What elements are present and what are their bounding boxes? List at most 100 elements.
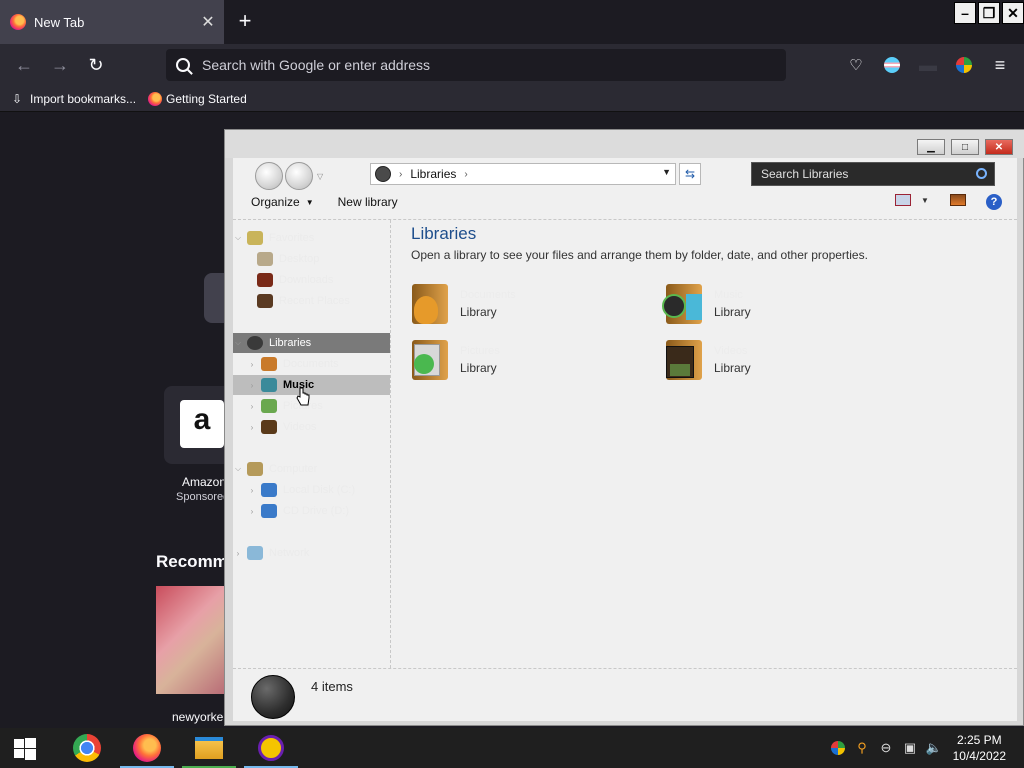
- tab-close-icon[interactable]: ✕: [198, 12, 218, 32]
- bookmark-import[interactable]: ⇩ Import bookmarks...: [12, 92, 136, 106]
- firefox-icon: [148, 91, 163, 106]
- collapse-arrow-icon[interactable]: ⌵: [233, 338, 243, 348]
- url-input[interactable]: [202, 57, 762, 73]
- collapse-arrow-icon[interactable]: ⌵: [233, 464, 243, 474]
- libraries-icon: [247, 336, 263, 350]
- reload-icon[interactable]: ↻: [85, 54, 107, 76]
- nav-favorites[interactable]: ⌵ Favorites: [233, 228, 390, 248]
- expand-arrow-icon[interactable]: ›: [247, 507, 257, 516]
- details-pane: 4 items: [233, 668, 1017, 721]
- taskbar-file-explorer[interactable]: [182, 728, 236, 768]
- volume-icon[interactable]: 🔈: [926, 740, 942, 756]
- import-icon: ⇩: [12, 91, 23, 106]
- nav-music[interactable]: › Music: [233, 375, 390, 395]
- nav-libraries[interactable]: ⌵ Libraries: [233, 333, 390, 353]
- explorer-close-button[interactable]: ✕: [985, 139, 1013, 155]
- explorer-minimize-button[interactable]: ▁: [917, 139, 945, 155]
- close-button[interactable]: ✕: [1002, 2, 1024, 24]
- url-bar[interactable]: [166, 49, 786, 81]
- network-tray-icon[interactable]: ▣: [902, 740, 918, 756]
- nav-pictures[interactable]: › Pictures: [233, 396, 390, 416]
- status-tray-icon[interactable]: ⊖: [878, 740, 894, 756]
- forward-button[interactable]: [285, 162, 313, 190]
- taskbar: ⚲ ⊖ ▣ 🔈 2:25 PM 10/4/2022: [0, 728, 1024, 768]
- taskbar-yahoo-messenger[interactable]: [244, 728, 298, 768]
- recent-pages-arrow-icon[interactable]: ▽: [317, 172, 323, 181]
- organize-button[interactable]: Organize ▼: [251, 195, 314, 209]
- forward-arrow-icon[interactable]: →: [49, 54, 71, 76]
- firefox-icon: [10, 14, 26, 30]
- expand-arrow-icon[interactable]: ›: [247, 486, 257, 495]
- recommended-card-image[interactable]: [156, 586, 226, 694]
- search-box[interactable]: [751, 162, 995, 186]
- nav-label: Desktop: [279, 253, 320, 265]
- breadcrumb-libraries[interactable]: Libraries: [410, 167, 456, 181]
- nav-network[interactable]: › Network: [233, 543, 390, 563]
- collapse-arrow-icon[interactable]: ⌵: [233, 233, 243, 243]
- refresh-icon[interactable]: ⇆: [679, 163, 701, 185]
- taskbar-firefox[interactable]: [120, 728, 174, 768]
- nav-downloads[interactable]: Downloads: [233, 270, 390, 290]
- library-documents[interactable]: Documents Library: [408, 280, 608, 328]
- minimize-button[interactable]: –: [954, 2, 976, 24]
- nav-desktop[interactable]: Desktop: [233, 249, 390, 269]
- nav-documents[interactable]: › Documents: [233, 354, 390, 374]
- back-arrow-icon[interactable]: ←: [13, 54, 35, 76]
- expand-arrow-icon[interactable]: ›: [247, 381, 257, 390]
- library-videos[interactable]: Videos Library: [662, 336, 862, 384]
- library-kind: Library: [714, 361, 751, 375]
- address-dropdown-icon[interactable]: ▼: [662, 167, 671, 177]
- nav-local-disk[interactable]: › Local Disk (C:): [233, 480, 390, 500]
- preview-pane-button[interactable]: [950, 194, 966, 206]
- chevron-right-icon[interactable]: ›: [399, 169, 402, 180]
- preview-pane-icon: [950, 194, 966, 206]
- new-library-label: New library: [337, 195, 398, 209]
- taskbar-chrome[interactable]: [60, 728, 114, 768]
- windows-start-icon[interactable]: [14, 738, 36, 760]
- explorer-maximize-button[interactable]: □: [951, 139, 979, 155]
- extension-globe-icon[interactable]: [953, 54, 975, 76]
- bookmark-getting-started[interactable]: Getting Started: [148, 91, 247, 106]
- search-tray-icon[interactable]: ⚲: [854, 740, 870, 756]
- clock-time: 2:25 PM: [956, 733, 1002, 747]
- expand-arrow-icon[interactable]: ›: [247, 360, 257, 369]
- bookmark-label: Getting Started: [166, 91, 247, 106]
- desktop-icon: [257, 252, 273, 266]
- expand-arrow-icon[interactable]: ›: [233, 549, 243, 558]
- search-icon[interactable]: [976, 168, 987, 179]
- back-button[interactable]: [255, 162, 283, 190]
- new-library-button[interactable]: New library: [338, 195, 398, 209]
- nav-label: Computer: [269, 463, 318, 475]
- explorer-titlebar[interactable]: ▁ □ ✕: [225, 130, 1024, 158]
- nav-computer[interactable]: ⌵ Computer: [233, 459, 390, 479]
- computer-icon: [247, 462, 263, 476]
- help-button[interactable]: ?: [986, 194, 1002, 210]
- address-bar[interactable]: › Libraries › ▼: [370, 163, 676, 185]
- chrome-icon: [73, 734, 101, 762]
- nav-cd-drive[interactable]: › CD Drive (D:): [233, 501, 390, 521]
- library-music[interactable]: Music Library: [662, 280, 862, 328]
- library-name: Videos: [714, 345, 748, 357]
- pocket-icon[interactable]: ♡: [845, 54, 867, 76]
- nav-recent-places[interactable]: Recent Places: [233, 291, 390, 311]
- tab-title: New Tab: [34, 14, 85, 30]
- extension-icon[interactable]: ▬: [917, 54, 939, 76]
- new-tab-button[interactable]: +: [234, 10, 256, 32]
- expand-arrow-icon[interactable]: ›: [247, 402, 257, 411]
- videos-library-icon: [662, 338, 706, 382]
- menu-icon[interactable]: ≡: [989, 54, 1011, 76]
- account-avatar-icon[interactable]: [881, 54, 903, 76]
- nav-videos[interactable]: › Videos: [233, 417, 390, 437]
- globe-tray-icon[interactable]: [830, 740, 846, 756]
- restore-button[interactable]: ❐: [978, 2, 1000, 24]
- tab-new-tab[interactable]: New Tab ✕: [0, 0, 224, 44]
- library-pictures[interactable]: Pictures Library: [408, 336, 608, 384]
- clock[interactable]: 2:25 PM 10/4/2022: [953, 732, 1006, 764]
- nav-label: Network: [269, 547, 310, 559]
- library-kind: Library: [714, 305, 751, 319]
- top-site-label: Amazon: [182, 475, 227, 489]
- change-view-button[interactable]: ▼: [895, 194, 929, 206]
- chevron-right-icon[interactable]: ›: [464, 169, 467, 180]
- search-input[interactable]: [761, 167, 961, 181]
- expand-arrow-icon[interactable]: ›: [247, 423, 257, 432]
